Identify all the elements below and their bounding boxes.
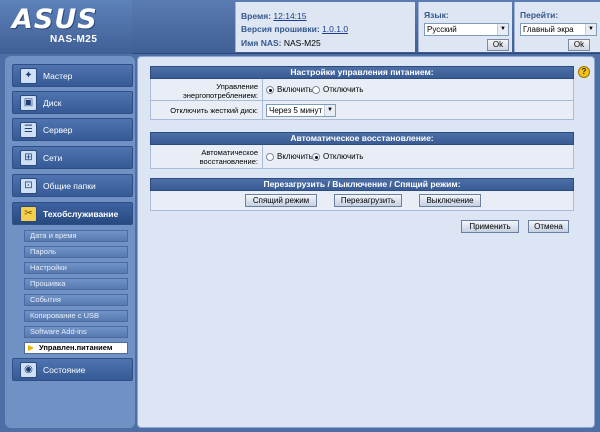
reboot-section-title: Перезагрузить / Выключение / Спящий режи… <box>150 178 574 191</box>
auto-recovery-label: Автоматическое восстановление: <box>199 148 258 166</box>
sidebar-item-label: Мастер <box>43 71 73 81</box>
sidebar-subitem-date-time[interactable]: Дата и время <box>24 230 128 242</box>
auto-recovery-enable-radio[interactable] <box>266 153 274 161</box>
sleep-button[interactable]: Спящий режим <box>245 194 317 207</box>
sidebar-subitem-power-management[interactable]: Управлен.питанием <box>24 342 128 354</box>
sidebar-item-label: Диск <box>43 98 62 108</box>
sidebar-item-label: Состояние <box>43 365 86 375</box>
hdd-standby-row: Отключить жесткий диск: Через 5 минут ▼ <box>150 101 574 120</box>
shutdown-button[interactable]: Выключение <box>419 194 481 207</box>
firmware-label: Версия прошивки: <box>241 24 320 34</box>
network-icon: ⊞ <box>20 150 37 166</box>
sidebar-item-label: Общие папки <box>43 181 96 191</box>
maintenance-icon: ✂ <box>20 206 37 222</box>
sidebar-subitem-firmware[interactable]: Прошивка <box>24 278 128 290</box>
firmware-row: Версия прошивки: 1.0.1.0 <box>241 24 348 34</box>
asus-logo: ASUS <box>12 4 98 35</box>
wizard-icon: ✦ <box>20 68 37 84</box>
auto-recovery-disable-radio[interactable] <box>312 153 320 161</box>
language-ok-button[interactable]: Ok <box>487 39 509 51</box>
sidebar-subitem-usb-copy[interactable]: Копирование с USB <box>24 310 128 322</box>
auto-recovery-row: Автоматическое восстановление: Включить … <box>150 145 574 169</box>
sidebar-item-label: Сети <box>43 153 63 163</box>
sidebar-item-disk[interactable]: ▣ Диск <box>12 91 133 114</box>
time-link[interactable]: 12:14:15 <box>273 11 306 21</box>
sidebar-subitem-label: Управлен.питанием <box>39 343 113 352</box>
goto-ok-button[interactable]: Ok <box>568 39 590 51</box>
power-mgmt-enable-radio[interactable] <box>266 86 274 94</box>
apply-button[interactable]: Применить <box>461 220 519 233</box>
power-mgmt-disable-label: Отключить <box>323 85 364 94</box>
nas-name-row: Имя NAS: NAS-M25 <box>241 38 321 48</box>
chevron-down-icon: ▼ <box>497 24 508 35</box>
cancel-button[interactable]: Отмена <box>528 220 569 233</box>
sidebar-subitem-events[interactable]: События <box>24 294 128 306</box>
power-mgmt-enable-label: Включить <box>277 85 313 94</box>
header: ASUS NAS-M25 Время: 12:14:15 Версия прош… <box>0 0 600 54</box>
model-name: NAS-M25 <box>50 34 98 45</box>
goto-select-value: Главный экра <box>523 25 574 34</box>
goto-panel: Перейти: Главный экра ▼ Ok <box>514 2 600 52</box>
system-info-panel: Время: 12:14:15 Версия прошивки: 1.0.1.0… <box>235 2 415 52</box>
status-icon: ◉ <box>20 362 37 378</box>
language-panel: Язык: Русский ▼ Ok <box>418 2 512 52</box>
row-divider <box>262 79 263 100</box>
auto-recovery-title: Автоматическое восстановление: <box>150 132 574 145</box>
row-divider <box>262 145 263 168</box>
reboot-buttons-row: Спящий режим Перезагрузить Выключение <box>150 191 574 211</box>
sidebar-item-label: Техобслуживание <box>43 209 119 219</box>
chevron-down-icon: ▼ <box>585 24 596 35</box>
disk-icon: ▣ <box>20 95 37 111</box>
sidebar: ✦ Мастер ▣ Диск ☰ Сервер ⊞ Сети ⊡ Общие … <box>5 56 135 428</box>
nas-name-value: NAS-M25 <box>283 38 321 48</box>
power-settings-title: Настройки управления питанием: <box>150 66 574 79</box>
sidebar-item-server[interactable]: ☰ Сервер <box>12 118 133 141</box>
help-icon[interactable]: ? <box>578 66 590 78</box>
sidebar-subitem-settings[interactable]: Настройки <box>24 262 128 274</box>
power-mgmt-label: Управление энергопотреблением: <box>182 82 258 100</box>
sidebar-item-shared-folders[interactable]: ⊡ Общие папки <box>12 174 133 197</box>
hdd-standby-label: Отключить жесткий диск: <box>170 106 258 115</box>
goto-label: Перейти: <box>520 10 559 20</box>
language-label: Язык: <box>424 10 449 20</box>
firmware-link[interactable]: 1.0.1.0 <box>322 24 348 34</box>
auto-recovery-enable-label: Включить <box>277 152 313 161</box>
nas-name-label: Имя NAS: <box>241 38 282 48</box>
reboot-button[interactable]: Перезагрузить <box>334 194 402 207</box>
auto-recovery-disable-label: Отключить <box>323 152 364 161</box>
sidebar-item-maintenance[interactable]: ✂ Техобслуживание <box>12 202 133 225</box>
current-page-arrow-icon <box>28 345 34 351</box>
goto-select[interactable]: Главный экра ▼ <box>520 23 597 36</box>
row-divider <box>262 101 263 119</box>
hdd-standby-select-value: Через 5 минут <box>269 106 323 115</box>
hdd-standby-select[interactable]: Через 5 минут ▼ <box>266 104 336 117</box>
server-icon: ☰ <box>20 122 37 138</box>
main-content: ? Настройки управления питанием: Управле… <box>137 56 595 428</box>
logo-area: ASUS NAS-M25 <box>0 0 132 54</box>
time-label: Время: <box>241 11 272 21</box>
sidebar-item-wizard[interactable]: ✦ Мастер <box>12 64 133 87</box>
power-mgmt-disable-radio[interactable] <box>312 86 320 94</box>
shared-folders-icon: ⊡ <box>20 178 37 194</box>
sidebar-subitem-software-addins[interactable]: Software Add-ins <box>24 326 128 338</box>
language-select[interactable]: Русский ▼ <box>424 23 509 36</box>
time-row: Время: 12:14:15 <box>241 11 307 21</box>
chevron-down-icon: ▼ <box>324 105 335 116</box>
sidebar-subitem-password[interactable]: Пароль <box>24 246 128 258</box>
sidebar-item-status[interactable]: ◉ Состояние <box>12 358 133 381</box>
power-mgmt-row: Управление энергопотреблением: Включить … <box>150 79 574 101</box>
sidebar-item-network[interactable]: ⊞ Сети <box>12 146 133 169</box>
sidebar-item-label: Сервер <box>43 125 73 135</box>
language-select-value: Русский <box>427 25 457 34</box>
